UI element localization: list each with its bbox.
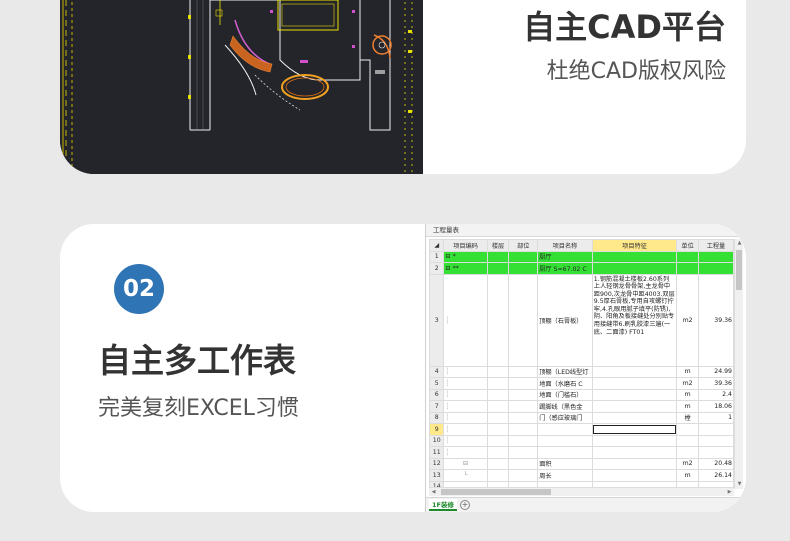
- cell-code[interactable]: ⊟: [443, 457, 488, 470]
- cell-name[interactable]: 周长: [537, 469, 593, 482]
- row-number[interactable]: 2: [428, 262, 445, 275]
- cell-qty[interactable]: 18.06: [697, 400, 735, 413]
- cell-qty[interactable]: 39.36: [697, 273, 735, 367]
- table-row: 13 └ 周长 m 26.14: [428, 469, 735, 482]
- row-number[interactable]: 5: [428, 377, 445, 390]
- cell-name[interactable]: 门（感应玻璃门: [537, 411, 593, 424]
- row-number[interactable]: 9: [428, 423, 445, 436]
- column-header[interactable]: 项目特征: [591, 239, 678, 252]
- cell-code[interactable]: ┊: [443, 388, 488, 401]
- spreadsheet-grid[interactable]: ◢ 项目编码 楼层 部位 项目名称 项目特征 单位 工程量 1 ⊟ * 厨厅 2…: [428, 239, 735, 493]
- scroll-up-icon[interactable]: ▲: [735, 239, 744, 248]
- cell-unit[interactable]: m: [676, 400, 699, 413]
- table-row: 11 ┊: [428, 446, 735, 459]
- collapse-icon[interactable]: «: [737, 224, 741, 237]
- column-header[interactable]: 工程量: [697, 239, 735, 252]
- active-cell[interactable]: [591, 423, 678, 436]
- cell-unit[interactable]: 樘: [676, 411, 699, 424]
- row-number[interactable]: 4: [428, 365, 445, 378]
- cell-name[interactable]: 顶棚（LED线型灯: [537, 365, 593, 378]
- cell-name[interactable]: 面积: [537, 457, 593, 470]
- table-row: 4 ┊ 顶棚（LED线型灯 m 24.99: [428, 365, 735, 378]
- row-number[interactable]: 13: [428, 469, 445, 482]
- scroll-right-icon[interactable]: ▶: [725, 488, 734, 497]
- cad-drawing-view: [60, 0, 423, 174]
- feature-title-cad: 自主CAD平台: [523, 8, 726, 46]
- table-row: 8 ┊ 门（感应玻璃门 樘 1: [428, 411, 735, 424]
- cell-code[interactable]: ⊟ *: [443, 250, 488, 263]
- table-row: 6 ┊ 地面（门槛石） m 2.4: [428, 388, 735, 401]
- cell-name[interactable]: 顶棚（石膏板）: [537, 273, 593, 367]
- row-number[interactable]: 3: [428, 273, 445, 367]
- cell-code[interactable]: ⊟ **: [443, 262, 488, 275]
- cell-feature[interactable]: 1.钢筋混凝土楼板2.60系列上人轻钢龙骨骨架,主龙骨中距900,次龙骨中距40…: [591, 273, 678, 367]
- row-number[interactable]: 7: [428, 400, 445, 413]
- sheet-title: 工程量表: [433, 226, 459, 234]
- feature-card-cad: 自主CAD平台 杜绝CAD版权风险: [60, 0, 746, 174]
- cell-qty[interactable]: 1: [697, 411, 735, 424]
- row-number[interactable]: 1: [428, 250, 445, 263]
- cell-qty[interactable]: 24.99: [697, 365, 735, 378]
- cell-code[interactable]: └: [443, 469, 488, 482]
- select-all-corner[interactable]: ◢: [428, 239, 445, 252]
- cell-code[interactable]: ┊: [443, 411, 488, 424]
- feature-subtitle-worksheet: 完美复刻EXCEL习惯: [98, 396, 299, 421]
- feature-subtitle-cad: 杜绝CAD版权风险: [546, 59, 726, 84]
- cell-code[interactable]: ┊: [443, 377, 488, 390]
- row-number[interactable]: 11: [428, 446, 445, 459]
- cell-qty[interactable]: 39.36: [697, 377, 735, 390]
- feature-title-worksheet: 自主多工作表: [98, 341, 296, 380]
- number-badge: 02: [114, 264, 164, 314]
- column-header-row: ◢ 项目编码 楼层 部位 项目名称 项目特征 单位 工程量: [428, 239, 735, 252]
- column-header[interactable]: 单位: [676, 239, 699, 252]
- sheet-tab-1f[interactable]: 1F装修: [429, 499, 457, 511]
- sheet-title-bar: 工程量表 «: [426, 224, 746, 237]
- cell-unit[interactable]: m: [676, 388, 699, 401]
- table-row: 2 ⊟ ** 厨厅 S=67.02 C: [428, 262, 735, 275]
- table-row: 12 ⊟ 面积 m2 20.48: [428, 457, 735, 470]
- table-row: 10 ┊: [428, 434, 735, 447]
- column-header[interactable]: 项目名称: [537, 239, 593, 252]
- cell-name[interactable]: 地面（水磨石 C: [537, 377, 593, 390]
- cell-name[interactable]: 踢脚线（黑色金: [537, 400, 593, 413]
- cell-name[interactable]: 厨厅 S=67.02 C: [537, 262, 593, 275]
- row-number[interactable]: 8: [428, 411, 445, 424]
- cell-qty[interactable]: 2.4: [697, 388, 735, 401]
- column-header[interactable]: 楼层: [486, 239, 510, 252]
- add-sheet-icon[interactable]: +: [460, 500, 470, 510]
- cell-name[interactable]: 地面（门槛石）: [537, 388, 593, 401]
- scroll-down-icon[interactable]: ▼: [735, 480, 744, 489]
- cell-unit[interactable]: m: [676, 469, 699, 482]
- cell-qty[interactable]: 20.48: [697, 457, 735, 470]
- column-header[interactable]: 项目编码: [443, 239, 488, 252]
- cell-name[interactable]: 厨厅: [537, 250, 593, 263]
- horizontal-scrollbar[interactable]: ◀ ▶: [429, 487, 734, 496]
- table-row: 3 ┊ 顶棚（石膏板） 1.钢筋混凝土楼板2.60系列上人轻钢龙骨骨架,主龙骨中…: [428, 273, 735, 367]
- cell-unit[interactable]: m: [676, 365, 699, 378]
- sheet-tab-bar: 1F装修 +: [426, 497, 746, 512]
- table-row: 1 ⊟ * 厨厅: [428, 250, 735, 263]
- column-header[interactable]: 部位: [508, 239, 539, 252]
- cell-unit[interactable]: m2: [676, 273, 699, 367]
- row-number[interactable]: 10: [428, 434, 445, 447]
- cell-qty[interactable]: 26.14: [697, 469, 735, 482]
- table-row: 5 ┊ 地面（水磨石 C m2 39.36: [428, 377, 735, 390]
- row-number[interactable]: 12: [428, 457, 445, 470]
- cell-unit[interactable]: m2: [676, 377, 699, 390]
- spreadsheet-window: 工程量表 « ◢ 项目编码 楼层 部位 项目名称 项目特征 单位 工程量 1 ⊟…: [425, 224, 746, 512]
- vertical-scroll-thumb[interactable]: [736, 250, 742, 290]
- cad-floorplan: [60, 0, 423, 174]
- scroll-left-icon[interactable]: ◀: [429, 488, 438, 497]
- cell-code[interactable]: ┊: [443, 273, 488, 367]
- table-row: 7 ┊ 踢脚线（黑色金 m 18.06: [428, 400, 735, 413]
- cell-code[interactable]: ┊: [443, 365, 488, 378]
- feature-card-worksheet: 02 自主多工作表 完美复刻EXCEL习惯 工程量表 « ◢ 项目编码 楼层 部…: [60, 224, 746, 512]
- cell-code[interactable]: ┊: [443, 400, 488, 413]
- cell-unit[interactable]: m2: [676, 457, 699, 470]
- vertical-scrollbar[interactable]: ▲ ▼: [734, 239, 743, 489]
- table-row: 9 ┊: [428, 423, 735, 436]
- row-number[interactable]: 6: [428, 388, 445, 401]
- horizontal-scroll-thumb[interactable]: [441, 489, 551, 495]
